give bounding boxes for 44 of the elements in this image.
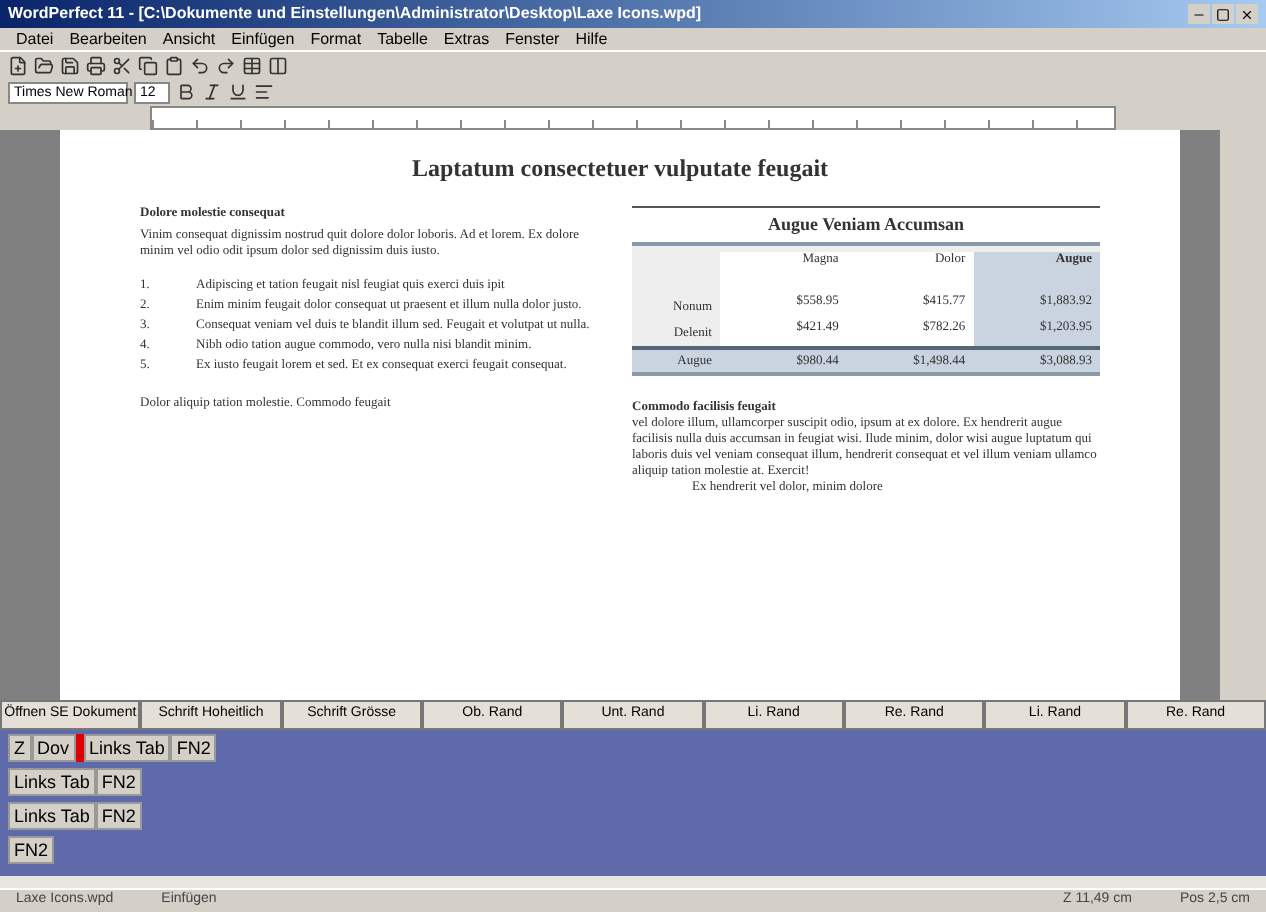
menu-item[interactable]: Ansicht xyxy=(162,31,216,47)
open-folder-icon[interactable] xyxy=(34,55,54,75)
align-left-icon[interactable] xyxy=(254,82,274,102)
copy-icon[interactable] xyxy=(138,55,158,75)
horizontal-scrollbar[interactable] xyxy=(0,876,1266,888)
minimize-button[interactable] xyxy=(1188,4,1210,24)
columns-icon[interactable] xyxy=(268,55,288,75)
table-title: Augue Veniam Accumsan xyxy=(632,206,1100,236)
printer-icon[interactable] xyxy=(86,55,106,75)
window-title: WordPerfect 11 - [C:\Dokumente und Einstellungen\Administrator\Desktop\Laxe Icons.wpd] xyxy=(8,2,704,26)
undo-icon[interactable] xyxy=(190,55,210,75)
vertical-scrollbar[interactable] xyxy=(1220,130,1266,700)
new-file-icon[interactable] xyxy=(8,55,28,75)
format-code[interactable]: Links Tab xyxy=(8,768,96,796)
format-code[interactable]: FN2 xyxy=(8,836,55,864)
text-cursor xyxy=(75,734,84,762)
document-title: Laptatum consectetuer vulputate feugait xyxy=(409,154,831,182)
format-code[interactable]: FN2 xyxy=(95,768,142,796)
close-button[interactable] xyxy=(1236,4,1258,24)
format-code[interactable]: Links Tab xyxy=(8,802,96,830)
menu-item[interactable]: Format xyxy=(310,31,362,47)
menu-item[interactable]: Tabelle xyxy=(377,31,428,47)
close-icon xyxy=(1240,7,1254,21)
menu-item[interactable]: Extras xyxy=(443,31,490,47)
italic-icon[interactable] xyxy=(202,82,222,102)
format-code[interactable]: Links Tab xyxy=(83,734,171,762)
underline-icon[interactable] xyxy=(228,82,248,102)
maximize-button[interactable] xyxy=(1212,4,1234,24)
menu-item[interactable]: Hilfe xyxy=(575,31,608,47)
bold-icon[interactable] xyxy=(176,82,196,102)
format-code[interactable]: FN2 xyxy=(170,734,217,762)
menu-item[interactable]: Bearbeiten xyxy=(69,31,147,47)
menu-item[interactable]: Datei xyxy=(16,31,54,47)
cut-icon[interactable] xyxy=(112,55,132,75)
table-icon[interactable] xyxy=(242,55,262,75)
format-code[interactable]: Z xyxy=(8,734,31,762)
redo-icon[interactable] xyxy=(216,55,236,75)
menu-item[interactable]: Einfügen xyxy=(231,31,295,47)
save-icon[interactable] xyxy=(60,55,80,75)
format-code[interactable]: FN2 xyxy=(95,802,142,830)
paste-icon[interactable] xyxy=(164,55,184,75)
maximize-icon xyxy=(1216,7,1230,21)
menu-item[interactable]: Fenster xyxy=(505,31,560,47)
format-code[interactable]: Dov xyxy=(31,734,76,762)
